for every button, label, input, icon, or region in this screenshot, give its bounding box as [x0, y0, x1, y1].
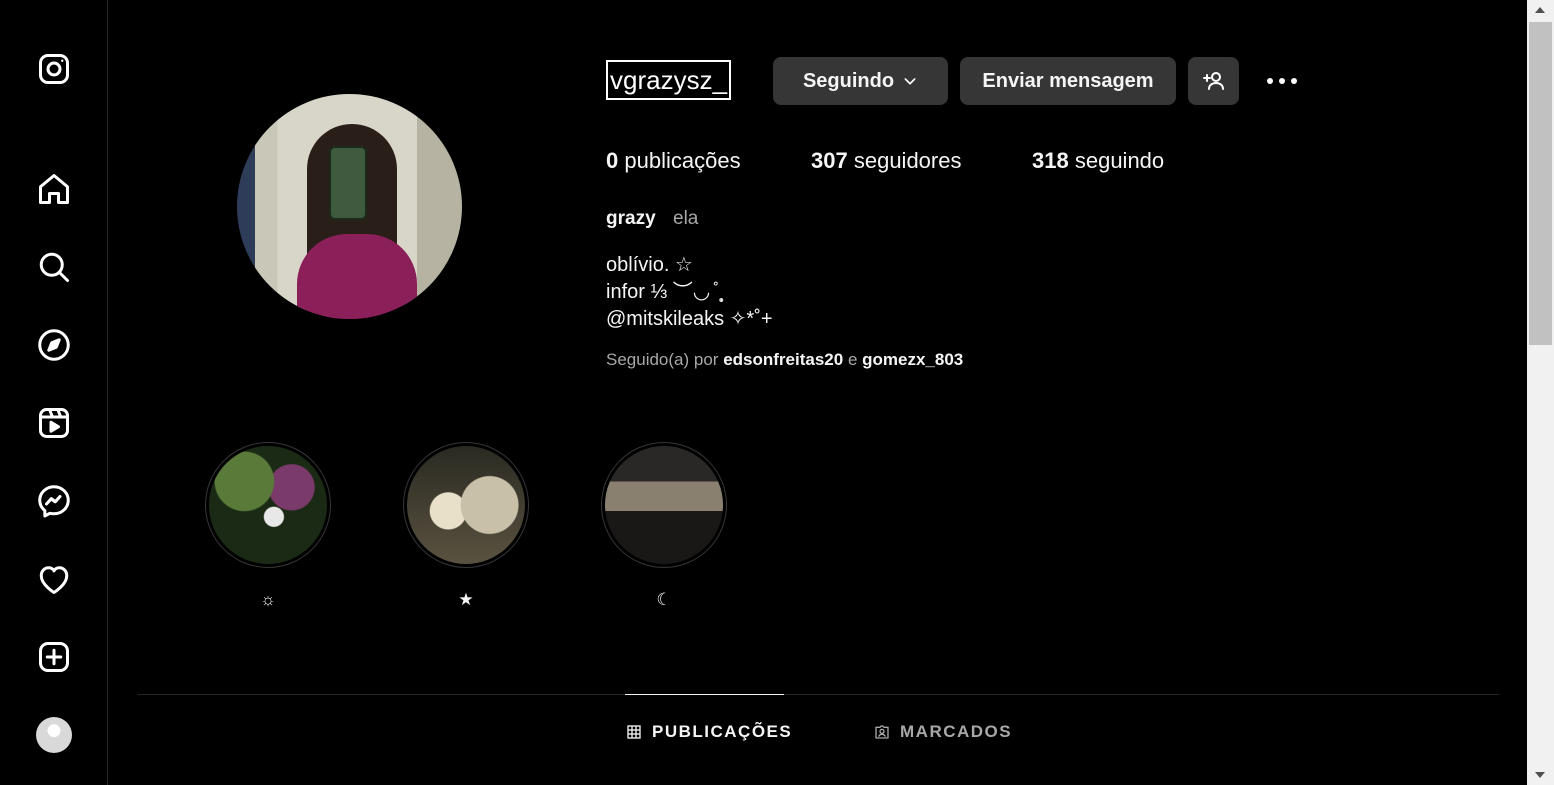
bio-line: oblívio. ☆ — [606, 254, 693, 276]
followers-count: 307 — [811, 148, 848, 173]
profile-picture[interactable] — [237, 94, 462, 319]
story-highlight[interactable]: ☼ — [205, 442, 331, 610]
heart-icon[interactable] — [34, 559, 74, 599]
tabs-divider — [138, 694, 1499, 695]
highlight-ring — [205, 442, 331, 568]
instagram-logo-icon[interactable] — [34, 49, 74, 89]
followed-by-user[interactable]: gomezx_803 — [862, 350, 963, 369]
bio-line: infor ⅓ ︶◡ ̊ ̩̥ — [606, 281, 722, 303]
profile-username: vgrazysz_ — [606, 60, 732, 100]
highlight-label: ★ — [458, 590, 474, 609]
active-tab-indicator — [625, 694, 784, 695]
profile-full-name: grazy — [606, 208, 656, 229]
tab-posts-label: PUBLICAÇÕES — [652, 722, 793, 741]
suggest-users-button[interactable] — [1188, 57, 1239, 105]
followed-by-conjunction: e — [847, 350, 858, 369]
scrollbar[interactable] — [1527, 0, 1554, 785]
profile-main: vgrazysz_ Seguindo Enviar mensagem 0 pub… — [109, 0, 1527, 785]
explore-icon[interactable] — [34, 325, 74, 365]
following-count: 318 — [1032, 148, 1069, 173]
following-button-label: Seguindo — [802, 69, 895, 92]
story-highlight[interactable]: ☾ — [601, 442, 727, 610]
highlight-label: ☼ — [260, 590, 276, 609]
posts-stat: 0 publicações — [606, 148, 741, 174]
followers-label: seguidores — [853, 148, 962, 173]
send-message-button-label: Enviar mensagem — [982, 69, 1154, 92]
search-icon[interactable] — [34, 247, 74, 287]
highlight-cover — [407, 446, 525, 564]
tab-posts[interactable]: PUBLICAÇÕES — [626, 722, 792, 742]
create-icon[interactable] — [34, 637, 74, 677]
scrollbar-thumb[interactable] — [1529, 22, 1552, 345]
add-user-icon — [1202, 72, 1224, 90]
posts-count: 0 — [606, 148, 619, 173]
highlight-label: ☾ — [656, 590, 672, 609]
grid-icon — [627, 725, 641, 739]
followed-by-prefix: Seguido(a) por — [606, 350, 719, 369]
profile-avatar-icon[interactable] — [36, 717, 72, 753]
chevron-down-icon — [904, 78, 916, 85]
followed-by[interactable]: Seguido(a) por edsonfreitas20 e gomezx_8… — [606, 350, 963, 370]
tagged-icon — [875, 725, 889, 739]
posts-label: publicações — [624, 148, 741, 173]
highlight-ring — [403, 442, 529, 568]
profile-bio: oblívio. ☆ infor ⅓ ︶◡ ̊ ̩̥ @mitskileaks … — [606, 252, 773, 333]
messenger-icon[interactable] — [34, 481, 74, 521]
profile-photo-phone — [329, 146, 367, 220]
highlight-cover — [209, 446, 327, 564]
following-stat[interactable]: 318 seguindo — [1032, 148, 1164, 174]
reels-icon[interactable] — [34, 403, 74, 443]
home-icon[interactable] — [34, 169, 74, 209]
following-label: seguindo — [1074, 148, 1165, 173]
bio-line-mention[interactable]: @mitskileaks ✧*˚+ — [606, 306, 773, 333]
scroll-down-arrow-icon[interactable] — [1535, 772, 1545, 778]
tab-tagged[interactable]: MARCADOS — [874, 722, 1012, 742]
tab-tagged-label: MARCADOS — [900, 722, 1013, 741]
sidebar — [0, 0, 108, 785]
highlight-ring — [601, 442, 727, 568]
more-options-icon[interactable] — [1262, 66, 1302, 96]
highlight-cover — [605, 446, 723, 564]
followers-stat[interactable]: 307 seguidores — [811, 148, 961, 174]
story-highlight[interactable]: ★ — [403, 442, 529, 610]
followed-by-user[interactable]: edsonfreitas20 — [723, 350, 843, 369]
scroll-up-arrow-icon[interactable] — [1535, 7, 1545, 13]
send-message-button[interactable]: Enviar mensagem — [960, 57, 1176, 105]
profile-pronouns: ela — [673, 208, 699, 229]
profile-photo-body — [297, 234, 417, 319]
following-button[interactable]: Seguindo — [773, 57, 948, 105]
